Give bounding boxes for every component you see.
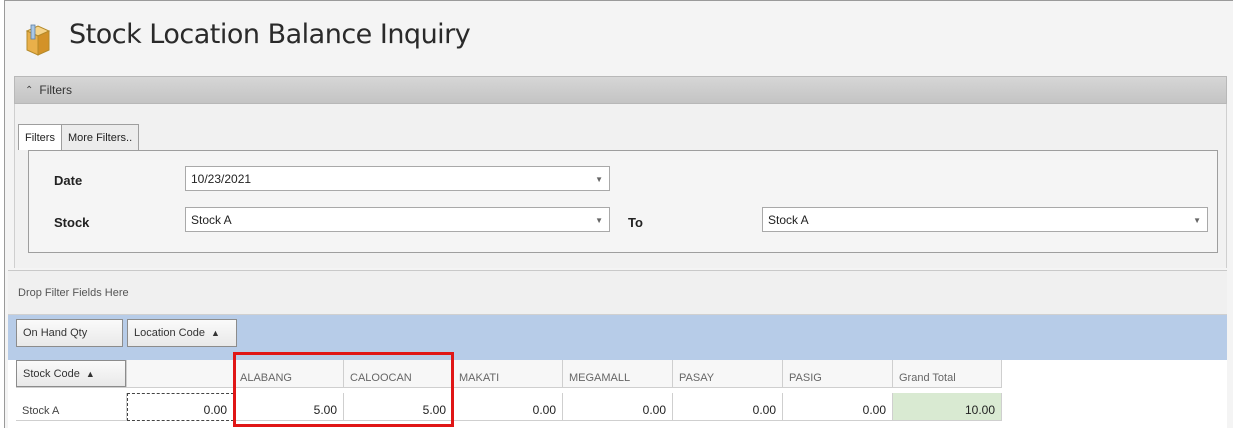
date-value: 10/23/2021 <box>191 171 252 186</box>
data-field-label: On Hand Qty <box>23 327 88 339</box>
value-cell-pasay[interactable]: 0.00 <box>673 393 783 421</box>
table-row: Stock A 0.00 5.00 5.00 0.00 0.00 0.00 0.… <box>16 393 1002 421</box>
package-icon <box>25 24 51 56</box>
stock-to-value: Stock A <box>768 212 809 227</box>
value-cell-grand-total[interactable]: 10.00 <box>893 393 1002 421</box>
data-field-on-hand-qty[interactable]: On Hand Qty <box>16 319 123 347</box>
column-header[interactable] <box>127 360 234 388</box>
dropdown-arrow-icon[interactable]: ▼ <box>595 216 603 225</box>
page-title: Stock Location Balance Inquiry <box>69 19 471 50</box>
title-bar: Stock Location Balance Inquiry <box>5 1 1233 75</box>
dropdown-arrow-icon[interactable]: ▼ <box>1193 216 1201 225</box>
value-cell[interactable]: 0.00 <box>127 393 234 421</box>
value-cell-makati[interactable]: 0.00 <box>453 393 563 421</box>
date-label: Date <box>54 173 83 188</box>
sort-ascending-icon: ▲ <box>85 368 95 379</box>
filters-section-label: Filters <box>39 83 73 97</box>
stock-to-combo[interactable]: Stock A ▼ <box>762 207 1208 232</box>
column-header-pasay[interactable]: PASAY <box>673 360 783 388</box>
column-header-pasig[interactable]: PASIG <box>783 360 893 388</box>
row-field-label: Stock Code <box>23 367 80 380</box>
sort-ascending-icon: ▲ <box>210 328 220 338</box>
column-header-grand-total[interactable]: Grand Total <box>893 360 1002 388</box>
chevron-up-icon[interactable]: ⌃ <box>25 85 33 96</box>
drop-hint-text: Drop Filter Fields Here <box>18 286 129 299</box>
row-header-stock[interactable]: Stock A <box>16 393 127 421</box>
column-header-megamall[interactable]: MEGAMALL <box>563 360 673 388</box>
stock-from-combo[interactable]: Stock A ▼ <box>185 207 610 232</box>
row-field-cell: Stock Code ▲ <box>16 360 127 388</box>
to-label: To <box>628 215 643 230</box>
value-cell-megamall[interactable]: 0.00 <box>563 393 673 421</box>
stock-from-value: Stock A <box>191 212 232 227</box>
filter-drop-area[interactable]: Drop Filter Fields Here <box>8 271 1227 315</box>
column-field-label: Location Code <box>134 327 205 339</box>
tab-filters[interactable]: Filters <box>18 124 62 150</box>
value-cell-pasig[interactable]: 0.00 <box>783 393 893 421</box>
highlight-annotation <box>233 352 454 427</box>
filters-section-header[interactable]: ⌃ Filters <box>14 76 1227 104</box>
column-field-location-code[interactable]: Location Code ▲ <box>127 319 237 347</box>
stock-label: Stock <box>54 215 90 230</box>
pivot-header-row: Stock Code ▲ ALABANG CALOOCAN MAKATI MEG… <box>16 360 1002 388</box>
dropdown-arrow-icon[interactable]: ▼ <box>595 175 603 184</box>
column-header-makati[interactable]: MAKATI <box>453 360 563 388</box>
filter-tabs: Filters More Filters.. <box>18 124 140 150</box>
tab-more-filters[interactable]: More Filters.. <box>60 124 140 150</box>
row-field-stock-code[interactable]: Stock Code ▲ <box>16 360 126 387</box>
date-combo[interactable]: 10/23/2021 ▼ <box>185 166 610 191</box>
